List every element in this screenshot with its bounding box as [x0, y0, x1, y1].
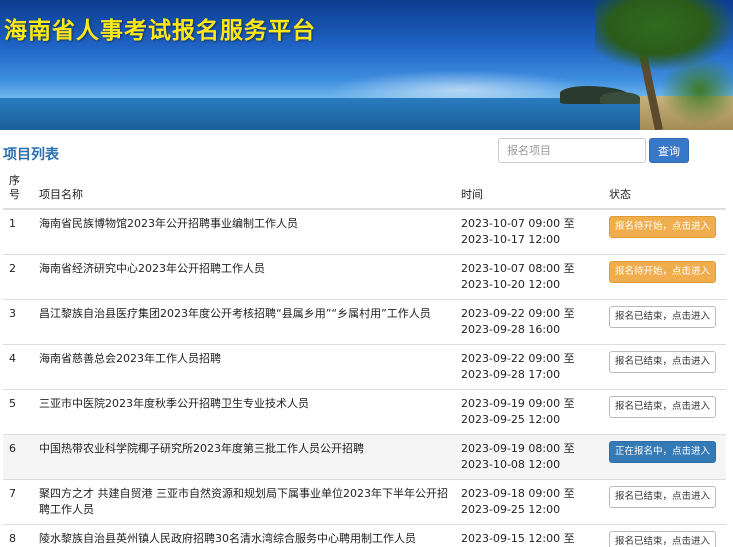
row-no: 3	[3, 299, 33, 345]
row-no: 8	[3, 524, 33, 547]
status-button[interactable]: 报名待开始，点击进入	[609, 216, 716, 238]
row-status-cell: 报名已结束，点击进入	[603, 344, 726, 390]
table-row: 3 昌江黎族自治县医疗集团2023年度公开考核招聘“县属乡用”“乡属村用”工作人员…	[3, 299, 726, 345]
header-status: 状态	[603, 170, 726, 210]
status-button[interactable]: 报名已结束，点击进入	[609, 531, 716, 547]
row-status-cell: 报名待开始，点击进入	[603, 208, 726, 255]
row-status-cell: 报名已结束，点击进入	[603, 524, 726, 547]
status-button[interactable]: 报名已结束，点击进入	[609, 396, 716, 418]
row-no: 4	[3, 344, 33, 390]
row-time: 2023-10-07 09:00 至 2023-10-17 12:00	[455, 208, 603, 255]
table-row: 4 海南省慈善总会2023年工作人员招聘 2023-09-22 09:00 至 20…	[3, 344, 726, 390]
row-status-cell: 报名已结束，点击进入	[603, 389, 726, 435]
header-no-label: 序号	[9, 174, 20, 201]
row-no: 7	[3, 479, 33, 525]
row-no: 1	[3, 208, 33, 255]
row-no: 6	[3, 434, 33, 480]
site-title: 海南省人事考试报名服务平台	[4, 18, 316, 44]
row-project-name[interactable]: 陵水黎族自治县英州镇人民政府招聘30名清水湾综合服务中心聘用制工作人员	[33, 524, 455, 547]
search-input[interactable]	[498, 138, 646, 163]
header-time: 时间	[455, 170, 603, 210]
row-project-name[interactable]: 聚四方之才 共建自贸港 三亚市自然资源和规划局下属事业单位2023年下半年公开招…	[33, 479, 455, 525]
banner-rocks	[600, 92, 640, 104]
row-project-name[interactable]: 中国热带农业科学院椰子研究所2023年度第三批工作人员公开招聘	[33, 434, 455, 480]
row-project-name[interactable]: 昌江黎族自治县医疗集团2023年度公开考核招聘“县属乡用”“乡属村用”工作人员	[33, 299, 455, 345]
palm-tree-image	[660, 55, 733, 125]
status-button[interactable]: 报名已结束，点击进入	[609, 306, 716, 328]
row-status-cell: 正在报名中，点击进入	[603, 434, 726, 480]
row-time: 2023-10-07 08:00 至 2023-10-20 12:00	[455, 254, 603, 300]
row-time: 2023-09-19 08:00 至 2023-10-08 12:00	[455, 434, 603, 480]
header-no: 序号	[3, 170, 33, 210]
table-row: 6 中国热带农业科学院椰子研究所2023年度第三批工作人员公开招聘 2023-09-…	[3, 434, 726, 480]
list-title: 项目列表	[3, 147, 59, 163]
row-time: 2023-09-19 09:00 至 2023-09-25 12:00	[455, 389, 603, 435]
table-row: 7 聚四方之才 共建自贸港 三亚市自然资源和规划局下属事业单位2023年下半年公开…	[3, 479, 726, 525]
row-no: 5	[3, 389, 33, 435]
list-toolbar: 项目列表 查询	[0, 130, 733, 170]
project-table: 序号 项目名称 时间 状态 1 海南省民族博物馆2023年公开招聘事业编制工作人员…	[3, 170, 726, 547]
status-button[interactable]: 报名已结束，点击进入	[609, 486, 716, 508]
row-status-cell: 报名待开始，点击进入	[603, 254, 726, 300]
table-row: 8 陵水黎族自治县英州镇人民政府招聘30名清水湾综合服务中心聘用制工作人员 2023…	[3, 524, 726, 547]
status-button[interactable]: 报名已结束，点击进入	[609, 351, 716, 373]
row-project-name[interactable]: 海南省民族博物馆2023年公开招聘事业编制工作人员	[33, 208, 455, 255]
table-row: 2 海南省经济研究中心2023年公开招聘工作人员 2023-10-07 08:00 …	[3, 254, 726, 300]
row-time: 2023-09-22 09:00 至 2023-09-28 17:00	[455, 344, 603, 390]
row-time: 2023-09-18 09:00 至 2023-09-25 12:00	[455, 479, 603, 525]
header-banner: 海南省人事考试报名服务平台	[0, 0, 733, 130]
row-status-cell: 报名已结束，点击进入	[603, 299, 726, 345]
row-no: 2	[3, 254, 33, 300]
search-button[interactable]: 查询	[649, 138, 689, 163]
row-project-name[interactable]: 海南省经济研究中心2023年公开招聘工作人员	[33, 254, 455, 300]
status-button[interactable]: 正在报名中，点击进入	[609, 441, 716, 463]
status-button[interactable]: 报名待开始，点击进入	[609, 261, 716, 283]
table-header-row: 序号 项目名称 时间 状态	[3, 170, 726, 210]
table-row: 1 海南省民族博物馆2023年公开招聘事业编制工作人员 2023-10-07 09:…	[3, 208, 726, 255]
row-project-name[interactable]: 海南省慈善总会2023年工作人员招聘	[33, 344, 455, 390]
row-status-cell: 报名已结束，点击进入	[603, 479, 726, 525]
table-row: 5 三亚市中医院2023年度秋季公开招聘卫生专业技术人员 2023-09-19 09…	[3, 389, 726, 435]
row-time: 2023-09-22 09:00 至 2023-09-28 16:00	[455, 299, 603, 345]
row-project-name[interactable]: 三亚市中医院2023年度秋季公开招聘卫生专业技术人员	[33, 389, 455, 435]
header-name: 项目名称	[33, 170, 455, 210]
row-time: 2023-09-15 12:00 至 2023-09-19 12:00	[455, 524, 603, 547]
